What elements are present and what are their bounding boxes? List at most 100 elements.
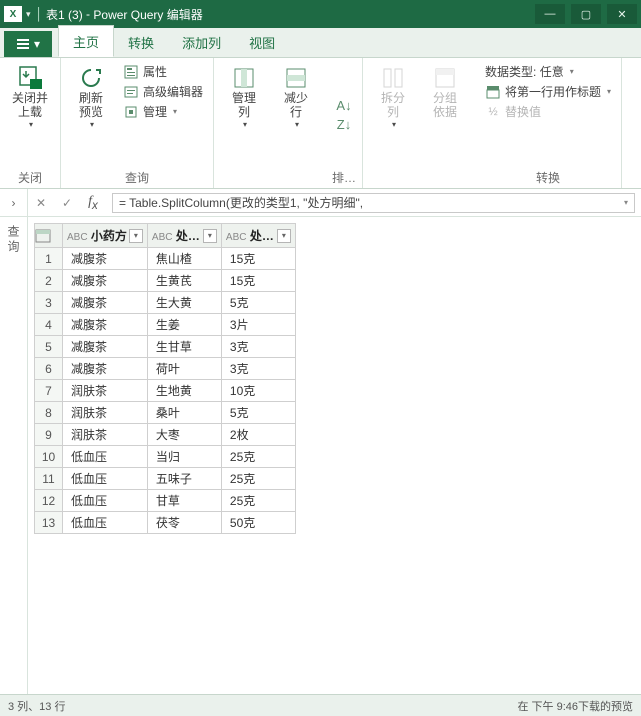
table-row[interactable]: 4减腹茶生姜3片 bbox=[35, 314, 296, 336]
column-header-1[interactable]: ABC 处… ▾ bbox=[147, 224, 221, 248]
cell[interactable]: 生地黄 bbox=[147, 380, 221, 402]
cell[interactable]: 润肤茶 bbox=[63, 402, 148, 424]
row-header[interactable]: 5 bbox=[35, 336, 63, 358]
cell[interactable]: 15克 bbox=[221, 248, 295, 270]
table-row[interactable]: 5减腹茶生甘草3克 bbox=[35, 336, 296, 358]
cell[interactable]: 茯苓 bbox=[147, 512, 221, 534]
col0-filter-icon[interactable]: ▾ bbox=[129, 229, 143, 243]
formula-confirm-button[interactable]: ✓ bbox=[54, 192, 80, 214]
table-row[interactable]: 6减腹茶荷叶3克 bbox=[35, 358, 296, 380]
advanced-editor-button[interactable]: 高级编辑器 bbox=[119, 82, 207, 101]
cell[interactable]: 当归 bbox=[147, 446, 221, 468]
data-type-button[interactable]: 数据类型: 任意 ▾ bbox=[481, 62, 615, 81]
cell[interactable]: 减腹茶 bbox=[63, 292, 148, 314]
minimize-button[interactable]: — bbox=[535, 4, 565, 24]
cell[interactable]: 生大黄 bbox=[147, 292, 221, 314]
sort-desc-button[interactable]: Z↓ bbox=[332, 115, 356, 133]
tab-transform[interactable]: 转换 bbox=[114, 27, 168, 57]
tab-add-column[interactable]: 添加列 bbox=[168, 27, 235, 57]
row-header[interactable]: 2 bbox=[35, 270, 63, 292]
close-and-load-button[interactable]: 关闭并 上载 ▾ bbox=[6, 62, 54, 167]
row-header[interactable]: 3 bbox=[35, 292, 63, 314]
row-header[interactable]: 10 bbox=[35, 446, 63, 468]
row-header[interactable]: 9 bbox=[35, 424, 63, 446]
sort-asc-button[interactable]: A↓ bbox=[332, 96, 356, 114]
row-header[interactable]: 13 bbox=[35, 512, 63, 534]
table-row[interactable]: 2减腹茶生黄芪15克 bbox=[35, 270, 296, 292]
use-first-row-header-button[interactable]: 将第一行用作标题 ▾ bbox=[481, 82, 615, 101]
table-row[interactable]: 12低血压甘草25克 bbox=[35, 490, 296, 512]
table-row[interactable]: 9润肤茶大枣2枚 bbox=[35, 424, 296, 446]
table-row[interactable]: 11低血压五味子25克 bbox=[35, 468, 296, 490]
cell[interactable]: 润肤茶 bbox=[63, 424, 148, 446]
cell[interactable]: 低血压 bbox=[63, 512, 148, 534]
table-row[interactable]: 1减腹茶焦山楂15克 bbox=[35, 248, 296, 270]
queries-side-panel[interactable]: 查询 bbox=[0, 217, 28, 694]
cell[interactable]: 甘草 bbox=[147, 490, 221, 512]
excel-app-icon: X bbox=[4, 6, 22, 22]
cell[interactable]: 生姜 bbox=[147, 314, 221, 336]
formula-input[interactable]: = Table.SplitColumn(更改的类型1, "处方明细", ▾ bbox=[112, 193, 635, 213]
row-header[interactable]: 12 bbox=[35, 490, 63, 512]
cell[interactable]: 大枣 bbox=[147, 424, 221, 446]
cell[interactable]: 低血压 bbox=[63, 446, 148, 468]
cell[interactable]: 3片 bbox=[221, 314, 295, 336]
cell[interactable]: 减腹茶 bbox=[63, 314, 148, 336]
row-header[interactable]: 11 bbox=[35, 468, 63, 490]
cell[interactable]: 五味子 bbox=[147, 468, 221, 490]
col2-filter-icon[interactable]: ▾ bbox=[277, 229, 291, 243]
cell[interactable]: 10克 bbox=[221, 380, 295, 402]
cell[interactable]: 桑叶 bbox=[147, 402, 221, 424]
cell[interactable]: 25克 bbox=[221, 468, 295, 490]
cell[interactable]: 5克 bbox=[221, 292, 295, 314]
reduce-rows-button[interactable]: 减少 行 ▾ bbox=[272, 62, 320, 170]
cell[interactable]: 低血压 bbox=[63, 490, 148, 512]
grid-corner[interactable] bbox=[35, 224, 63, 248]
row-header[interactable]: 6 bbox=[35, 358, 63, 380]
table-row[interactable]: 13低血压茯苓50克 bbox=[35, 512, 296, 534]
manage-button[interactable]: 管理 ▾ bbox=[119, 102, 207, 121]
cell[interactable]: 荷叶 bbox=[147, 358, 221, 380]
cell[interactable]: 25克 bbox=[221, 446, 295, 468]
cell[interactable]: 3克 bbox=[221, 336, 295, 358]
row-header[interactable]: 8 bbox=[35, 402, 63, 424]
cell[interactable]: 2枚 bbox=[221, 424, 295, 446]
cell[interactable]: 减腹茶 bbox=[63, 270, 148, 292]
properties-button[interactable]: 属性 bbox=[119, 62, 207, 81]
table-row[interactable]: 3减腹茶生大黄5克 bbox=[35, 292, 296, 314]
cell[interactable]: 5克 bbox=[221, 402, 295, 424]
qat-dropdown-icon[interactable]: ▾ bbox=[26, 9, 31, 20]
manage-columns-button[interactable]: 管理 列 ▾ bbox=[220, 62, 268, 170]
table-row[interactable]: 10低血压当归25克 bbox=[35, 446, 296, 468]
cell[interactable]: 减腹茶 bbox=[63, 336, 148, 358]
cell[interactable]: 50克 bbox=[221, 512, 295, 534]
table-row[interactable]: 7润肤茶生地黄10克 bbox=[35, 380, 296, 402]
cell[interactable]: 25克 bbox=[221, 490, 295, 512]
formula-cancel-button[interactable]: ✕ bbox=[28, 192, 54, 214]
row-header[interactable]: 1 bbox=[35, 248, 63, 270]
table-row[interactable]: 8润肤茶桑叶5克 bbox=[35, 402, 296, 424]
column-header-0[interactable]: ABC 小药方 ▾ bbox=[63, 224, 148, 248]
cell[interactable]: 减腹茶 bbox=[63, 248, 148, 270]
row-header[interactable]: 4 bbox=[35, 314, 63, 336]
col1-filter-icon[interactable]: ▾ bbox=[203, 229, 217, 243]
maximize-button[interactable]: ▢ bbox=[571, 4, 601, 24]
cell[interactable]: 生甘草 bbox=[147, 336, 221, 358]
cell[interactable]: 润肤茶 bbox=[63, 380, 148, 402]
close-window-button[interactable]: ✕ bbox=[607, 4, 637, 24]
tab-home[interactable]: 主页 bbox=[58, 25, 114, 57]
combine-button[interactable]: 组 合 ▾ bbox=[628, 62, 641, 170]
cell[interactable]: 15克 bbox=[221, 270, 295, 292]
cell[interactable]: 3克 bbox=[221, 358, 295, 380]
cell[interactable]: 减腹茶 bbox=[63, 358, 148, 380]
row-header[interactable]: 7 bbox=[35, 380, 63, 402]
file-tab[interactable]: ▾ bbox=[4, 31, 52, 57]
expand-queries-button[interactable]: › bbox=[0, 189, 28, 216]
column-header-2[interactable]: ABC 处… ▾ bbox=[221, 224, 295, 248]
tab-view[interactable]: 视图 bbox=[235, 27, 289, 57]
formula-expand-icon[interactable]: ▾ bbox=[624, 198, 628, 207]
refresh-preview-button[interactable]: 刷新 预览 ▾ bbox=[67, 62, 115, 167]
cell[interactable]: 焦山楂 bbox=[147, 248, 221, 270]
cell[interactable]: 低血压 bbox=[63, 468, 148, 490]
cell[interactable]: 生黄芪 bbox=[147, 270, 221, 292]
